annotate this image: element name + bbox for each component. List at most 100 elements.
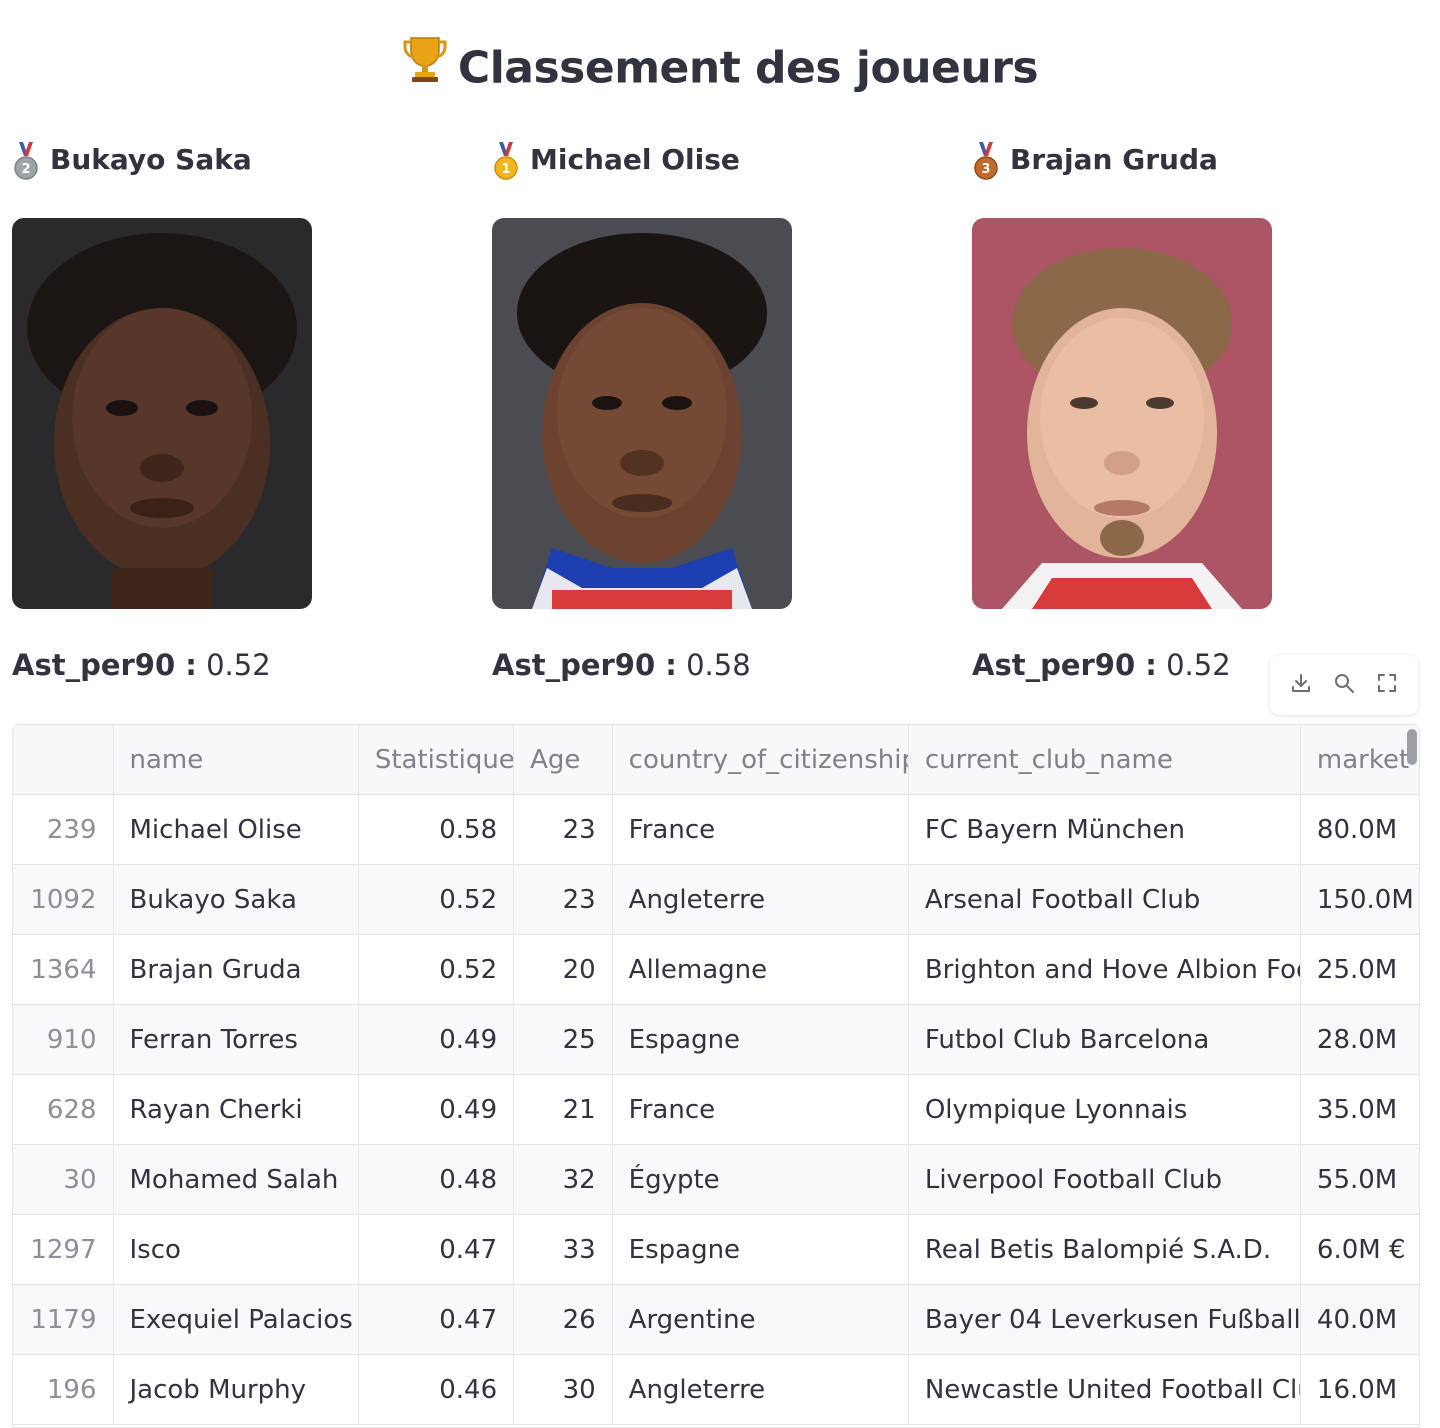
age-cell[interactable]: 21 [514, 1075, 613, 1144]
search-button[interactable] [1329, 670, 1359, 700]
column-header-name[interactable]: name [114, 725, 359, 794]
table-row[interactable]: 1297 Isco 0.47 33 Espagne Real Betis Balompié… [13, 1215, 1419, 1285]
club-cell[interactable]: Olympique Lyonnais [909, 1075, 1301, 1144]
country-cell[interactable]: France [613, 1075, 909, 1144]
table-header-row: name Statistique Age country_of_citizens… [13, 725, 1419, 795]
row-index-cell[interactable]: 239 [13, 795, 114, 864]
stat-label: Ast_per90 : [492, 648, 677, 682]
player-name-cell[interactable]: Ferran Torres [114, 1005, 359, 1074]
market-value-cell[interactable]: 25.0M [1301, 935, 1419, 1004]
bronze-medal-icon: 3 [972, 142, 1000, 182]
row-index-cell[interactable]: 1297 [13, 1215, 114, 1284]
country-cell[interactable]: Espagne [613, 1005, 909, 1074]
row-index-cell[interactable]: 196 [13, 1355, 114, 1424]
country-cell[interactable]: Allemagne [613, 935, 909, 1004]
column-header-age[interactable]: Age [514, 725, 613, 794]
table-row[interactable]: 1179 Exequiel Palacios 0.47 26 Argentine Baye… [13, 1285, 1419, 1355]
table-row[interactable]: 1364 Brajan Gruda 0.52 20 Allemagne Brighton … [13, 935, 1419, 1005]
stat-label: Ast_per90 : [972, 648, 1157, 682]
player-name-cell[interactable]: Jacob Murphy [114, 1355, 359, 1424]
podium-card-bronze: 3 Brajan Gruda Ast_per90 : 0.52 [972, 140, 1392, 682]
statistique-cell[interactable]: 0.47 [359, 1215, 515, 1284]
column-header-country[interactable]: country_of_citizenship [613, 725, 909, 794]
player-photo [12, 218, 312, 609]
market-value-cell[interactable]: 28.0M [1301, 1005, 1419, 1074]
table-row[interactable]: 239 Michael Olise 0.58 23 France FC Bayern Mü… [13, 795, 1419, 865]
age-cell[interactable]: 30 [514, 1355, 613, 1424]
row-index-cell[interactable]: 1364 [13, 935, 114, 1004]
podium-player-name: 3 Brajan Gruda [972, 140, 1392, 180]
age-cell[interactable]: 23 [514, 795, 613, 864]
player-name-cell[interactable]: Rayan Cherki [114, 1075, 359, 1144]
player-photo [972, 218, 1272, 609]
club-cell[interactable]: Bayer 04 Leverkusen Fußball [909, 1285, 1301, 1354]
age-cell[interactable]: 32 [514, 1145, 613, 1214]
statistique-cell[interactable]: 0.47 [359, 1285, 515, 1354]
search-icon [1332, 671, 1356, 699]
player-name-cell[interactable]: Isco [114, 1215, 359, 1284]
podium-card-silver: 2 Bukayo Saka Ast_per90 : 0.52 [12, 140, 432, 682]
club-cell[interactable]: FC Bayern München [909, 795, 1301, 864]
table-row[interactable]: 30 Mohamed Salah 0.48 32 Égypte Liverpool Foo… [13, 1145, 1419, 1215]
statistique-cell[interactable]: 0.49 [359, 1005, 515, 1074]
market-value-cell[interactable]: 55.0M [1301, 1145, 1419, 1214]
club-cell[interactable]: Real Betis Balompié S.A.D. [909, 1215, 1301, 1284]
table-row[interactable]: 196 Jacob Murphy 0.46 30 Angleterre Newcastle… [13, 1355, 1419, 1425]
row-index-cell[interactable]: 1179 [13, 1285, 114, 1354]
club-cell[interactable]: Newcastle United Football Club [909, 1355, 1301, 1424]
column-header-index[interactable] [13, 725, 114, 794]
scrollbar-thumb[interactable] [1407, 729, 1417, 765]
column-header-market[interactable]: market [1301, 725, 1419, 794]
statistique-cell[interactable]: 0.52 [359, 935, 515, 1004]
club-cell[interactable]: Futbol Club Barcelona [909, 1005, 1301, 1074]
market-value-cell[interactable]: 80.0M [1301, 795, 1419, 864]
country-cell[interactable]: Argentine [613, 1285, 909, 1354]
age-cell[interactable]: 33 [514, 1215, 613, 1284]
country-cell[interactable]: France [613, 795, 909, 864]
age-cell[interactable]: 23 [514, 865, 613, 934]
statistique-cell[interactable]: 0.58 [359, 795, 515, 864]
market-value-cell[interactable]: 16.0M [1301, 1355, 1419, 1424]
podium-player-name: 2 Bukayo Saka [12, 140, 432, 180]
table-row[interactable]: 1092 Bukayo Saka 0.52 23 Angleterre Arsenal F… [13, 865, 1419, 935]
statistique-cell[interactable]: 0.52 [359, 865, 515, 934]
player-name-cell[interactable]: Mohamed Salah [114, 1145, 359, 1214]
page-title-text: Classement des joueurs [457, 42, 1039, 94]
country-cell[interactable]: Angleterre [613, 1355, 909, 1424]
column-header-statistique[interactable]: Statistique [359, 725, 515, 794]
market-value-cell[interactable]: 150.0M [1301, 865, 1419, 934]
country-cell[interactable]: Espagne [613, 1215, 909, 1284]
row-index-cell[interactable]: 30 [13, 1145, 114, 1214]
statistique-cell[interactable]: 0.49 [359, 1075, 515, 1144]
download-icon [1289, 671, 1313, 699]
table-row[interactable]: 910 Ferran Torres 0.49 25 Espagne Futbol Club… [13, 1005, 1419, 1075]
statistique-cell[interactable]: 0.46 [359, 1355, 515, 1424]
market-value-cell[interactable]: 6.0M € [1301, 1215, 1419, 1284]
column-header-club[interactable]: current_club_name [909, 725, 1301, 794]
club-cell[interactable]: Liverpool Football Club [909, 1145, 1301, 1214]
age-cell[interactable]: 26 [514, 1285, 613, 1354]
table-body: 239 Michael Olise 0.58 23 France FC Bayern Mü… [13, 795, 1419, 1425]
row-index-cell[interactable]: 628 [13, 1075, 114, 1144]
dataframe-toolbar [1270, 655, 1418, 715]
row-index-cell[interactable]: 910 [13, 1005, 114, 1074]
market-value-cell[interactable]: 35.0M [1301, 1075, 1419, 1144]
club-cell[interactable]: Brighton and Hove Albion Footba [909, 935, 1301, 1004]
table-row[interactable]: 628 Rayan Cherki 0.49 21 France Olympique Lyo… [13, 1075, 1419, 1145]
age-cell[interactable]: 20 [514, 935, 613, 1004]
player-name-cell[interactable]: Bukayo Saka [114, 865, 359, 934]
club-cell[interactable]: Arsenal Football Club [909, 865, 1301, 934]
player-name-cell[interactable]: Brajan Gruda [114, 935, 359, 1004]
country-cell[interactable]: Égypte [613, 1145, 909, 1214]
market-value-cell[interactable]: 40.0M [1301, 1285, 1419, 1354]
fullscreen-button[interactable] [1372, 670, 1402, 700]
row-index-cell[interactable]: 1092 [13, 865, 114, 934]
players-dataframe[interactable]: name Statistique Age country_of_citizens… [12, 724, 1420, 1428]
age-cell[interactable]: 25 [514, 1005, 613, 1074]
statistique-cell[interactable]: 0.48 [359, 1145, 515, 1214]
download-button[interactable] [1286, 670, 1316, 700]
player-name: Bukayo Saka [50, 143, 252, 176]
country-cell[interactable]: Angleterre [613, 865, 909, 934]
player-name-cell[interactable]: Michael Olise [114, 795, 359, 864]
player-name-cell[interactable]: Exequiel Palacios [114, 1285, 359, 1354]
